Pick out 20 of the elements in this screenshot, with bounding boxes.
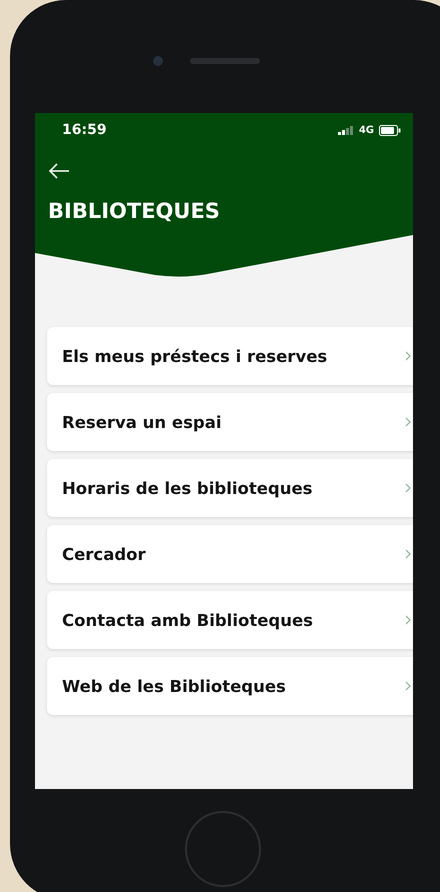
camera-lens	[153, 56, 163, 66]
chevron-icon	[405, 681, 411, 691]
battery-icon	[379, 124, 401, 136]
menu-item[interactable]: Contacta amb Biblioteques	[47, 591, 413, 649]
chevron-icon	[405, 549, 411, 559]
chevron-icon	[405, 483, 411, 493]
menu-item[interactable]: Els meus préstecs i reserves	[47, 327, 413, 385]
chevron-icon	[405, 615, 411, 625]
menu-item[interactable]: Web de les Biblioteques	[47, 657, 413, 715]
menu-item[interactable]: Reserva un espai	[47, 393, 413, 451]
menu-item[interactable]: Horaris de les biblioteques	[47, 459, 413, 517]
speaker-grille	[190, 58, 260, 64]
back-arrow-icon[interactable]	[48, 163, 70, 179]
chevron-icon	[405, 351, 411, 361]
menu-item[interactable]: Cercador	[47, 525, 413, 583]
status-time: 16:59	[62, 122, 107, 138]
signal-icon	[338, 126, 354, 134]
network-label: 4G	[358, 124, 374, 136]
page-title: BIBLIOTEQUES	[48, 199, 221, 223]
chevron-icon	[405, 417, 411, 427]
